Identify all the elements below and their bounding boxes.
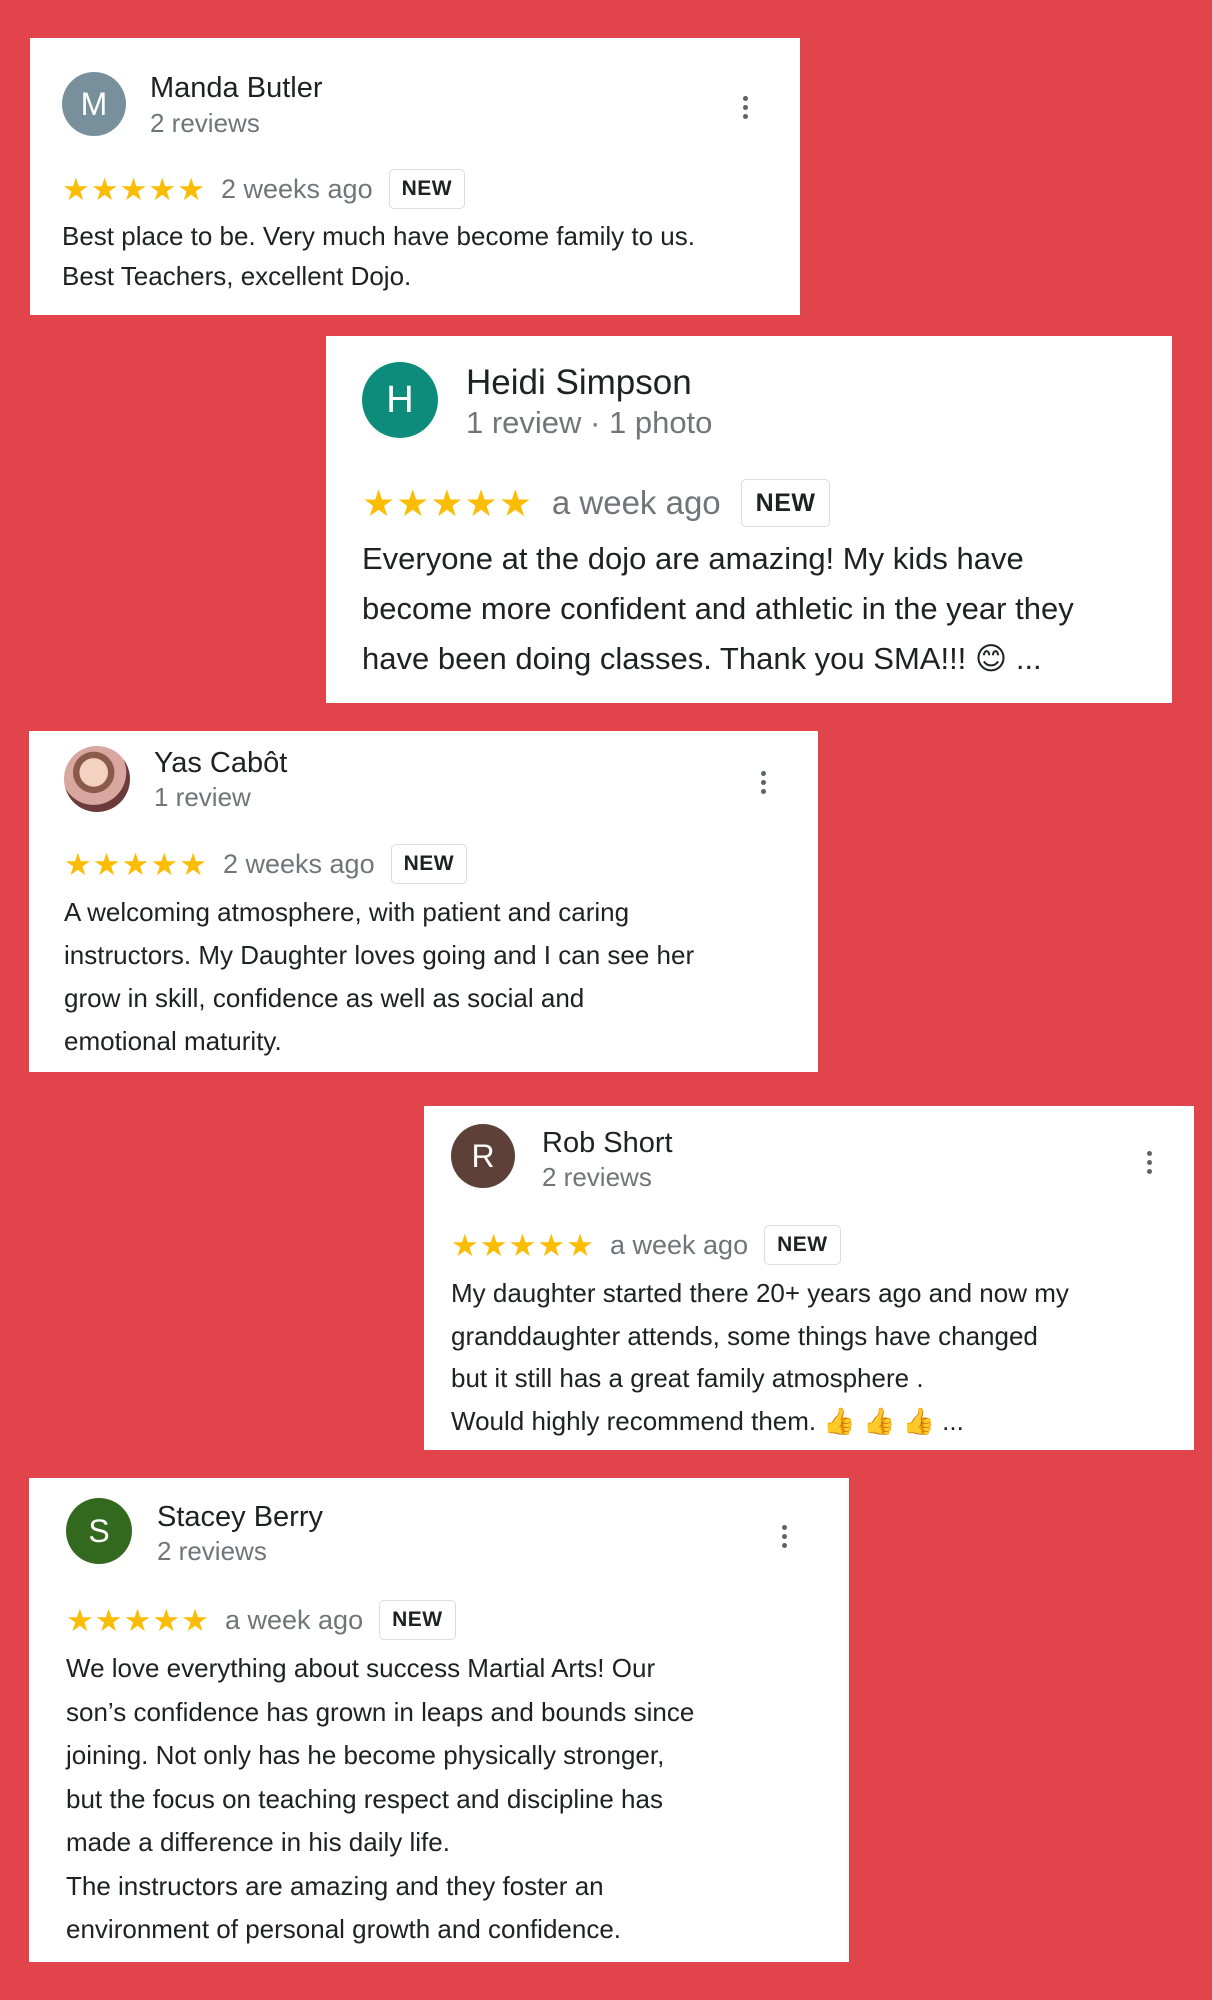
reviewer-meta: 2 reviews	[542, 1162, 652, 1192]
review-date: 2 weeks ago	[222, 848, 375, 879]
star-icon: ★	[90, 171, 119, 207]
new-badge: NEW	[390, 844, 468, 884]
star-icon: ★	[430, 482, 464, 524]
reviewer-name[interactable]: Stacey Berry	[157, 1501, 323, 1534]
star-icon: ★	[121, 846, 150, 882]
star-icon: ★	[92, 846, 121, 882]
star-icon: ★	[66, 1602, 94, 1638]
star-icon: ★	[177, 171, 205, 207]
star-rating: ★ ★ ★ ★ ★	[451, 1230, 594, 1261]
star-icon: ★	[62, 171, 90, 207]
review-date: a week ago	[224, 1604, 364, 1635]
review-card-heidi-simpson: H Heidi Simpson 1 review · 1 photo ★ ★ ★…	[326, 336, 1172, 703]
more-vert-icon[interactable]	[774, 1525, 794, 1548]
star-icon: ★	[181, 1602, 209, 1638]
rating-row: ★ ★ ★ ★ ★ 2 weeks ago NEW	[62, 168, 466, 210]
more-vert-icon[interactable]	[1139, 1151, 1159, 1174]
star-icon: ★	[123, 1602, 152, 1638]
review-date: 2 weeks ago	[220, 173, 373, 204]
star-icon: ★	[150, 846, 179, 882]
star-icon: ★	[362, 482, 396, 524]
star-icon: ★	[119, 171, 148, 207]
review-date: a week ago	[609, 1229, 749, 1260]
review-card-rob-short: R Rob Short 2 reviews ★ ★ ★ ★ ★ a week a…	[424, 1106, 1194, 1450]
review-text: My daughter started there 20+ years ago …	[451, 1278, 1069, 1436]
rating-row: ★ ★ ★ ★ ★ a week ago NEW	[66, 1599, 456, 1641]
review-card-yas-cabot: Yas Cabôt 1 review ★ ★ ★ ★ ★ 2 weeks ago…	[29, 731, 818, 1072]
star-icon: ★	[566, 1227, 594, 1263]
star-rating: ★ ★ ★ ★ ★	[362, 485, 532, 522]
rating-row: ★ ★ ★ ★ ★ a week ago NEW	[362, 478, 831, 528]
reviewer-meta: 2 reviews	[157, 1536, 267, 1566]
star-icon: ★	[94, 1602, 123, 1638]
avatar[interactable]: R	[451, 1124, 515, 1188]
star-icon: ★	[64, 846, 92, 882]
star-icon: ★	[464, 482, 498, 524]
new-badge: NEW	[764, 1225, 841, 1265]
reviewer-meta: 1 review · 1 photo	[466, 405, 713, 440]
reviewer-meta: 1 review	[154, 782, 251, 812]
avatar[interactable]: S	[66, 1498, 132, 1564]
rating-row: ★ ★ ★ ★ ★ a week ago NEW	[451, 1224, 841, 1266]
star-icon: ★	[537, 1227, 566, 1263]
review-card-stacey-berry: S Stacey Berry 2 reviews ★ ★ ★ ★ ★ a wee…	[29, 1478, 849, 1962]
star-rating: ★ ★ ★ ★ ★	[62, 174, 205, 205]
review-text: Best place to be. Very much have become …	[62, 221, 695, 291]
star-icon: ★	[148, 171, 177, 207]
star-icon: ★	[479, 1227, 508, 1263]
more-vert-icon[interactable]	[753, 771, 773, 794]
reviewer-name[interactable]: Manda Butler	[150, 72, 323, 105]
star-icon: ★	[508, 1227, 537, 1263]
star-rating: ★ ★ ★ ★ ★	[66, 1605, 209, 1636]
avatar[interactable]: M	[62, 72, 126, 136]
new-badge: NEW	[740, 479, 831, 527]
rating-row: ★ ★ ★ ★ ★ 2 weeks ago NEW	[64, 843, 468, 885]
star-rating: ★ ★ ★ ★ ★	[64, 849, 207, 880]
review-text: A welcoming atmosphere, with patient and…	[64, 897, 695, 1056]
star-icon: ★	[498, 482, 532, 524]
more-vert-icon[interactable]	[735, 96, 755, 119]
reviewer-name[interactable]: Rob Short	[542, 1127, 673, 1160]
avatar-photo[interactable]	[64, 746, 130, 812]
star-icon: ★	[396, 482, 430, 524]
reviewer-name[interactable]: Heidi Simpson	[466, 363, 692, 403]
avatar[interactable]: H	[362, 362, 438, 438]
reviewer-name[interactable]: Yas Cabôt	[154, 747, 287, 780]
review-date: a week ago	[551, 484, 721, 521]
new-badge: NEW	[379, 1600, 456, 1640]
review-text: We love everything about success Martial…	[66, 1653, 695, 1944]
star-icon: ★	[451, 1227, 479, 1263]
star-icon: ★	[152, 1602, 181, 1638]
reviewer-meta: 2 reviews	[150, 108, 260, 138]
new-badge: NEW	[388, 169, 466, 209]
review-text: Everyone at the dojo are amazing! My kid…	[362, 541, 1074, 676]
review-card-manda-butler: M Manda Butler 2 reviews ★ ★ ★ ★ ★ 2 wee…	[30, 38, 800, 315]
star-icon: ★	[179, 846, 207, 882]
